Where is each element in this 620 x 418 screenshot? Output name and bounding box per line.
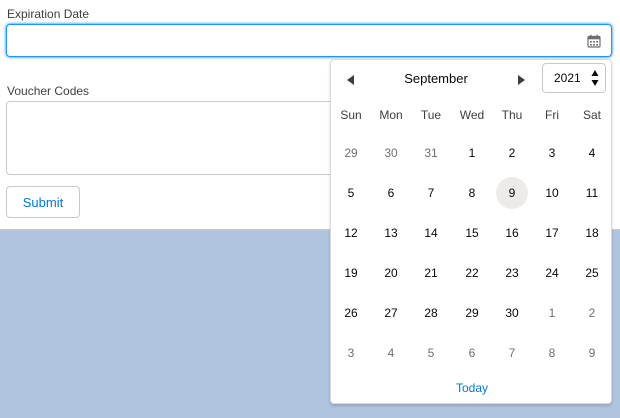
- day-cell[interactable]: 16: [496, 217, 528, 249]
- day-cell[interactable]: 30: [496, 297, 528, 329]
- calendar-icon[interactable]: [587, 34, 601, 48]
- expiration-date-field[interactable]: [6, 24, 612, 57]
- day-cell[interactable]: 22: [456, 257, 488, 289]
- day-cell[interactable]: 18: [576, 217, 608, 249]
- day-cell[interactable]: 13: [375, 217, 407, 249]
- expiration-date-label: Expiration Date: [7, 7, 90, 21]
- day-cell[interactable]: 15: [456, 217, 488, 249]
- day-cell[interactable]: 10: [536, 177, 568, 209]
- day-cell[interactable]: 3: [335, 337, 367, 369]
- day-cell[interactable]: 17: [536, 217, 568, 249]
- day-cell[interactable]: 1: [536, 297, 568, 329]
- day-cell[interactable]: 6: [375, 177, 407, 209]
- day-cell[interactable]: 24: [536, 257, 568, 289]
- submit-button[interactable]: Submit: [6, 186, 80, 218]
- day-cell[interactable]: 28: [415, 297, 447, 329]
- day-cell[interactable]: 30: [375, 137, 407, 169]
- datepicker-popup: September 2021 Sun Mon Tue Wed Thu Fri Sat 29 3…: [330, 59, 612, 404]
- day-cell[interactable]: 8: [456, 177, 488, 209]
- day-cell[interactable]: 14: [415, 217, 447, 249]
- day-cell[interactable]: 7: [415, 177, 447, 209]
- day-cell[interactable]: 2: [576, 297, 608, 329]
- day-cell[interactable]: 11: [576, 177, 608, 209]
- day-cell[interactable]: 5: [335, 177, 367, 209]
- day-cell[interactable]: 12: [335, 217, 367, 249]
- day-cell[interactable]: 26: [335, 297, 367, 329]
- day-cell[interactable]: 21: [415, 257, 447, 289]
- voucher-codes-label: Voucher Codes: [7, 84, 90, 98]
- day-cell[interactable]: 4: [576, 137, 608, 169]
- day-cell[interactable]: 8: [536, 337, 568, 369]
- day-cell[interactable]: 1: [456, 137, 488, 169]
- day-cell[interactable]: 19: [335, 257, 367, 289]
- day-cell[interactable]: 27: [375, 297, 407, 329]
- day-cell[interactable]: 29: [335, 137, 367, 169]
- day-cell[interactable]: 4: [375, 337, 407, 369]
- day-cell[interactable]: 20: [375, 257, 407, 289]
- day-cell[interactable]: 6: [456, 337, 488, 369]
- day-cell[interactable]: 31: [415, 137, 447, 169]
- day-cell[interactable]: 23: [496, 257, 528, 289]
- day-cell[interactable]: 9: [576, 337, 608, 369]
- day-cell-today[interactable]: 9: [496, 177, 528, 209]
- today-link[interactable]: Today: [331, 381, 613, 395]
- day-cell[interactable]: 2: [496, 137, 528, 169]
- expiration-date-input[interactable]: [7, 25, 601, 56]
- day-cell[interactable]: 5: [415, 337, 447, 369]
- day-cell[interactable]: 25: [576, 257, 608, 289]
- day-cell[interactable]: 29: [456, 297, 488, 329]
- calendar-grid: 29 30 31 1 2 3 4 5 6 7 8 9 10 11 12 13 14 15 16 17 18 19 20 21 2…: [331, 60, 613, 390]
- day-cell[interactable]: 3: [536, 137, 568, 169]
- day-cell[interactable]: 7: [496, 337, 528, 369]
